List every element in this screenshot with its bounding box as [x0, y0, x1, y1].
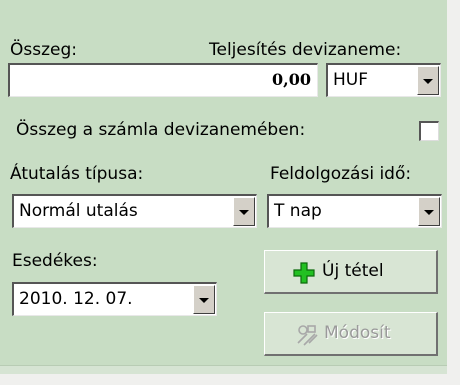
processing-time-label: Feldolgozási idő:: [270, 164, 412, 184]
invoice-currency-label: Összeg a számla devizanemében:: [16, 120, 306, 140]
chevron-down-icon: [239, 209, 249, 215]
panel-bottom-edge: [0, 365, 447, 374]
due-date-picker[interactable]: 2010. 12. 07.: [12, 282, 217, 316]
transfer-type-select[interactable]: Normál utalás: [12, 194, 257, 228]
amount-value: 0,00: [272, 70, 311, 89]
chevron-down-icon: [423, 78, 433, 84]
chevron-down-icon: [199, 297, 209, 303]
due-date-dropdown-button[interactable]: [193, 285, 215, 314]
transfer-type-dropdown-button[interactable]: [233, 197, 255, 226]
currency-label: Teljesítés devizaneme:: [209, 40, 402, 60]
transfer-type-label: Átutalás típusa:: [10, 164, 144, 184]
processing-time-select[interactable]: T nap: [267, 194, 442, 228]
new-item-button[interactable]: Új tétel: [264, 250, 438, 294]
transfer-type-select-value: Normál utalás: [19, 201, 138, 221]
amount-input[interactable]: 0,00: [8, 63, 318, 97]
amount-label: Összeg:: [10, 40, 77, 60]
currency-dropdown-button[interactable]: [417, 66, 439, 95]
currency-select-value: HUF: [333, 70, 369, 90]
due-date-value: 2010. 12. 07.: [19, 289, 133, 309]
due-date-label: Esedékes:: [12, 251, 98, 271]
transfer-form-panel: Összeg: Teljesítés devizaneme: 0,00 HUF …: [0, 0, 447, 365]
currency-select[interactable]: HUF: [326, 63, 441, 97]
plus-icon: [293, 262, 315, 284]
new-item-button-label: Új tétel: [322, 261, 384, 281]
chevron-down-icon: [424, 209, 434, 215]
modify-button-label: Módosít: [324, 323, 391, 343]
processing-time-select-value: T nap: [274, 201, 322, 221]
modify-button[interactable]: Módosít: [264, 312, 438, 356]
processing-time-dropdown-button[interactable]: [418, 197, 440, 226]
invoice-currency-checkbox[interactable]: [419, 121, 439, 141]
edit-tool-icon: [297, 325, 318, 346]
